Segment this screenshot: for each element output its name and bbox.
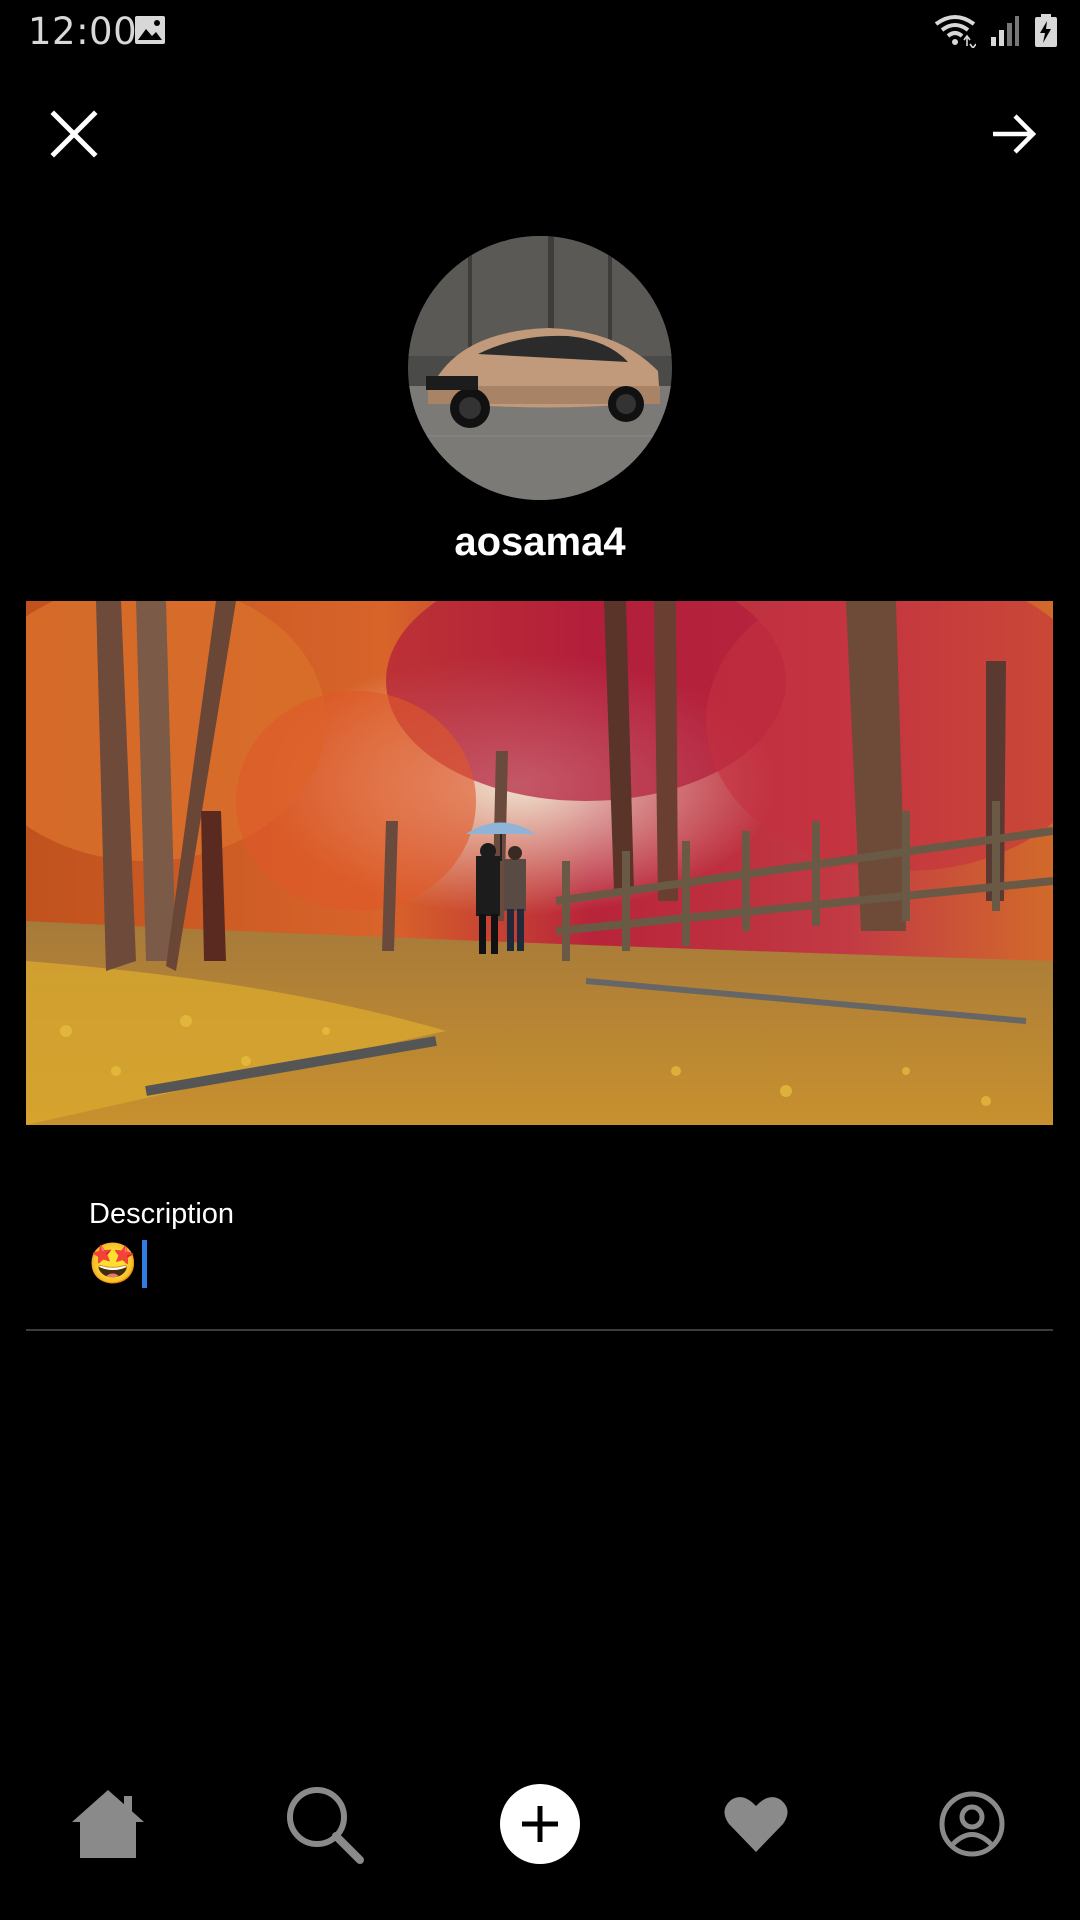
battery-icon (1034, 14, 1058, 53)
avatar[interactable] (408, 236, 672, 500)
bottom-nav (0, 1780, 1080, 1920)
close-icon (50, 109, 98, 163)
image-icon (134, 15, 166, 50)
nav-home[interactable] (53, 1771, 163, 1881)
heart-icon (723, 1794, 789, 1859)
nav-add[interactable] (485, 1771, 595, 1881)
nav-profile[interactable] (917, 1771, 1027, 1881)
wifi-icon (934, 14, 977, 53)
status-icons (934, 14, 1058, 53)
status-time: 12:00 (28, 10, 138, 53)
add-icon (500, 1783, 580, 1869)
next-button[interactable] (978, 100, 1050, 172)
description-label: Description (89, 1198, 235, 1230)
arrow-right-icon (991, 113, 1037, 160)
description-input[interactable]: 🤩 (88, 1236, 147, 1292)
search-icon (284, 1784, 364, 1869)
signal-icon (990, 15, 1020, 52)
nav-activity[interactable] (701, 1771, 811, 1881)
description-field[interactable]: Description 🤩 (26, 1170, 1053, 1331)
text-caret (141, 1240, 147, 1288)
status-bar: 12:00 (0, 0, 1080, 66)
home-icon (70, 1788, 146, 1865)
nav-search[interactable] (269, 1771, 379, 1881)
description-text: 🤩 (88, 1242, 138, 1286)
profile-icon (939, 1791, 1005, 1862)
post-image (26, 601, 1053, 1125)
username: aosama4 (454, 520, 626, 564)
close-button[interactable] (38, 100, 110, 172)
